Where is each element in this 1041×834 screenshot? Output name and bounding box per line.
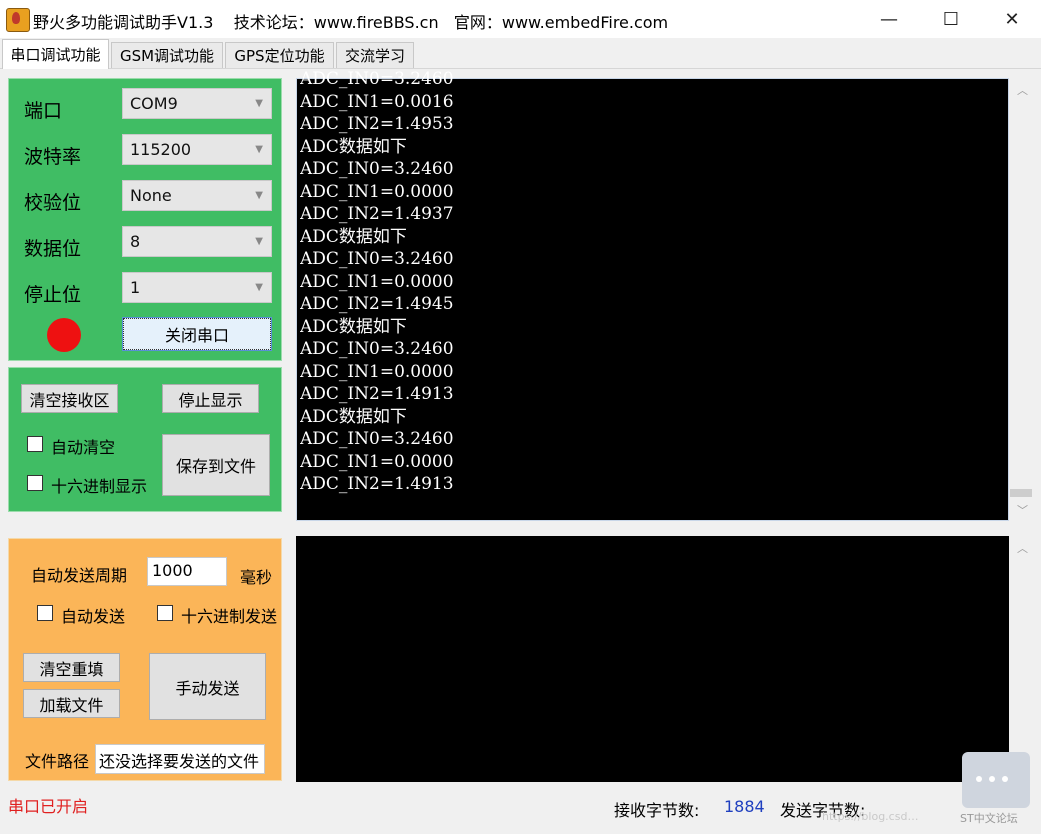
scroll-thumb[interactable] — [1010, 489, 1032, 497]
load-file-button[interactable]: 加载文件 — [23, 689, 120, 718]
hex-send-checkbox[interactable] — [157, 605, 173, 621]
minimize-button[interactable]: — — [858, 0, 920, 38]
receive-line: ADC_IN2=1.4913 — [300, 384, 454, 404]
receive-line: ADC_IN0=3.2460 — [300, 69, 454, 89]
port-status-text: 串口已开启 — [8, 797, 89, 816]
hex-display-checkbox[interactable] — [27, 475, 43, 491]
receive-line: ADC数据如下 — [300, 406, 407, 427]
stopbits-select[interactable]: 1 ▼ — [122, 272, 272, 303]
receive-line: ADC_IN2=1.4937 — [300, 204, 454, 224]
rx-bytes-label: 接收字节数: — [614, 801, 700, 820]
receive-line: ADC_IN1=0.0016 — [300, 91, 454, 112]
receive-line: ADC_IN2=1.4945 — [300, 294, 454, 314]
auto-clear-label: 自动清空 — [51, 438, 116, 457]
receive-line: ADC_IN0=3.2460 — [300, 159, 454, 179]
forum-badge-text: ST中文论坛 — [960, 812, 1018, 825]
parity-label: 校验位 — [24, 192, 82, 214]
scroll-up-icon[interactable]: ︿ — [1017, 82, 1028, 98]
send-terminal[interactable] — [296, 536, 1009, 782]
tab-community[interactable]: 交流学习 — [336, 42, 414, 68]
receive-line: ADC_IN0=3.2460 — [300, 429, 454, 449]
file-path-label: 文件路径 — [25, 752, 90, 771]
receive-line: ADC_IN0=3.2460 — [300, 339, 454, 359]
watermark-text: https://blog.csd… — [822, 810, 919, 823]
receive-scrollbar[interactable]: ︿ ﹀ — [1010, 78, 1034, 521]
chevron-down-icon: ▼ — [255, 98, 263, 109]
port-status-light — [47, 318, 81, 352]
auto-clear-checkbox[interactable] — [27, 436, 43, 452]
receive-line: ADC数据如下 — [300, 136, 407, 157]
maximize-button[interactable]: ☐ — [920, 0, 982, 38]
databits-select[interactable]: 8 ▼ — [122, 226, 272, 257]
chevron-down-icon: ▼ — [255, 144, 263, 155]
send-scrollbar[interactable]: ︿ — [1010, 536, 1034, 782]
tab-gps[interactable]: GPS定位功能 — [225, 42, 334, 68]
receive-line: ADC_IN0=3.2460 — [300, 249, 454, 269]
receive-line: ADC_IN1=0.0000 — [300, 271, 454, 292]
stop-display-button[interactable]: 停止显示 — [162, 384, 259, 413]
tab-gsm[interactable]: GSM调试功能 — [111, 42, 223, 68]
parity-value: None — [130, 186, 172, 205]
receive-line: ADC数据如下 — [300, 316, 407, 337]
receive-line: ADC_IN1=0.0000 — [300, 451, 454, 472]
auto-period-label: 自动发送周期 — [31, 566, 128, 585]
rx-bytes-value: 18848 — [724, 797, 764, 816]
file-path-input[interactable]: 还没选择要发送的文件 — [95, 744, 265, 774]
chevron-down-icon: ▼ — [255, 236, 263, 247]
receive-line: ADC_IN1=0.0000 — [300, 181, 454, 202]
databits-label: 数据位 — [24, 238, 82, 260]
receive-line: ADC_IN1=0.0000 — [300, 361, 454, 382]
auto-send-label: 自动发送 — [61, 607, 126, 626]
period-input[interactable]: 1000 — [147, 557, 227, 586]
hex-send-label: 十六进制发送 — [181, 607, 278, 626]
app-logo-icon — [6, 8, 30, 32]
save-to-file-button[interactable]: 保存到文件 — [162, 434, 270, 496]
manual-send-button[interactable]: 手动发送 — [149, 653, 266, 720]
chevron-down-icon: ▼ — [255, 282, 263, 293]
chevron-down-icon: ▼ — [255, 190, 263, 201]
port-value: COM9 — [130, 94, 178, 113]
port-label: 端口 — [24, 100, 63, 122]
receive-line: ADC_IN2=1.4953 — [300, 114, 454, 134]
scroll-up-icon[interactable]: ︿ — [1017, 540, 1028, 556]
tab-serial[interactable]: 串口调试功能 — [2, 39, 109, 69]
chat-bubble-icon — [962, 752, 1030, 808]
stopbits-label: 停止位 — [24, 284, 82, 306]
scroll-down-icon[interactable]: ﹀ — [1017, 502, 1028, 518]
receive-line: ADC数据如下 — [300, 226, 407, 247]
close-port-button[interactable]: 关闭串口 — [122, 317, 272, 351]
clear-refill-button[interactable]: 清空重填 — [23, 653, 120, 682]
hex-display-label: 十六进制显示 — [51, 477, 148, 496]
stopbits-value: 1 — [130, 278, 141, 297]
baud-label: 波特率 — [24, 146, 82, 168]
port-select[interactable]: COM9 ▼ — [122, 88, 272, 119]
close-button[interactable]: ✕ — [981, 0, 1041, 38]
baud-value: 115200 — [130, 140, 192, 159]
parity-select[interactable]: None ▼ — [122, 180, 272, 211]
clear-receive-button[interactable]: 清空接收区 — [21, 384, 118, 413]
receive-text: ADC_IN0=3.2460 ADC_IN1=0.0016 ADC_IN2=1.49… — [300, 68, 1000, 508]
receive-line: ADC_IN2=1.4913 — [300, 474, 454, 494]
databits-value: 8 — [130, 232, 141, 251]
window-title: 野火多功能调试助手V1.3 技术论坛：www.fireBBS.cn 官网：www… — [33, 13, 669, 32]
auto-send-checkbox[interactable] — [37, 605, 53, 621]
baud-select[interactable]: 115200 ▼ — [122, 134, 272, 165]
ms-label: 毫秒 — [240, 568, 273, 587]
